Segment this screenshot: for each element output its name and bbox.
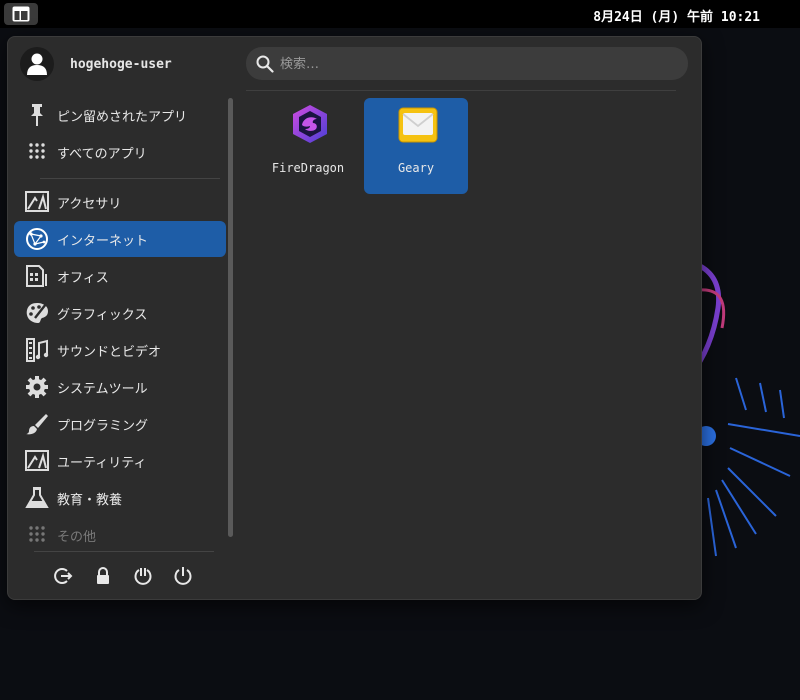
sidebar-item-label: インターネット [57,234,149,249]
header-divider [246,90,676,91]
accessories-icon [25,191,49,212]
film-music-icon [26,338,49,362]
logout-button[interactable] [52,565,74,587]
grid-icon [29,526,45,542]
app-name: Geary [397,161,435,175]
app-geary[interactable]: Geary [364,98,468,194]
sidebar-item-label: アクセサリ [57,197,122,212]
firedragon-icon [293,105,327,143]
suspend-icon [134,568,152,585]
actions-divider [34,551,214,552]
sidebar-item-other[interactable]: その他 [14,517,226,553]
sidebar-item-internet[interactable]: インターネット [14,221,226,257]
category-sidebar: ピン留めされたアプリ すべてのアプリ アクセサリ インターネット オフィス グラ… [14,97,226,547]
sidebar-scrollbar[interactable] [228,98,233,537]
sidebar-item-label: ユーティリティ [57,456,147,471]
sidebar-item-utilities[interactable]: ユーティリティ [14,443,226,479]
sidebar-item-label: その他 [57,530,97,545]
clock[interactable]: 8月24日 (月) 午前 10:21 [593,6,760,25]
sidebar-item-graphics[interactable]: グラフィックス [14,295,226,331]
avatar[interactable] [20,47,54,81]
office-icon [26,265,47,287]
sidebar-item-label: プログラミング [57,419,149,434]
globe-icon [26,228,48,250]
sidebar-item-education[interactable]: 教育・教養 [14,480,226,516]
sidebar-item-all-apps[interactable]: すべてのアプリ [14,134,226,170]
username: hogehoge-user [70,57,172,72]
app-menu-button[interactable] [4,3,38,25]
gear-icon [26,376,48,398]
search-box[interactable] [246,47,688,80]
sidebar-item-accessories[interactable]: アクセサリ [14,184,226,220]
lock-button[interactable] [92,565,114,587]
sidebar-item-programming[interactable]: プログラミング [14,406,226,442]
sidebar-item-office[interactable]: オフィス [14,258,226,294]
sidebar-item-sound-video[interactable]: サウンドとビデオ [14,332,226,368]
sidebar-item-label: オフィス [57,271,109,286]
application-menu: hogehoge-user ピン留めされたアプリ [7,36,702,600]
grid-icon [29,143,45,159]
lock-icon [97,567,109,584]
search-icon [256,55,274,73]
sidebar-item-label: 教育・教養 [57,493,123,508]
sidebar-item-label: システムツール [57,382,148,397]
sidebar-item-pinned[interactable]: ピン留めされたアプリ [14,97,226,133]
user-icon [27,53,47,75]
app-firedragon[interactable]: FireDragon [256,98,360,194]
logout-icon [54,568,73,584]
pin-icon [31,104,43,126]
sidebar-item-label: グラフィックス [57,308,148,323]
sidebar-item-system-tools[interactable]: システムツール [14,369,226,405]
top-panel: 8月24日 (月) 午前 10:21 [0,0,800,28]
suspend-button[interactable] [132,565,154,587]
sidebar-item-label: サウンドとビデオ [57,345,162,360]
sidebar-item-label: すべてのアプリ [57,147,147,162]
search-input[interactable] [278,53,672,75]
flask-icon [25,487,49,508]
brush-icon [26,414,48,435]
sidebar-divider [40,178,220,179]
power-off-button[interactable] [172,565,194,587]
utilities-icon [25,450,49,471]
sidebar-item-label: ピン留めされたアプリ [57,110,188,125]
geary-mail-icon [398,107,438,143]
power-icon [174,567,192,585]
app-name: FireDragon [271,161,345,175]
app-menu-icon [12,6,30,22]
palette-icon [26,303,48,323]
